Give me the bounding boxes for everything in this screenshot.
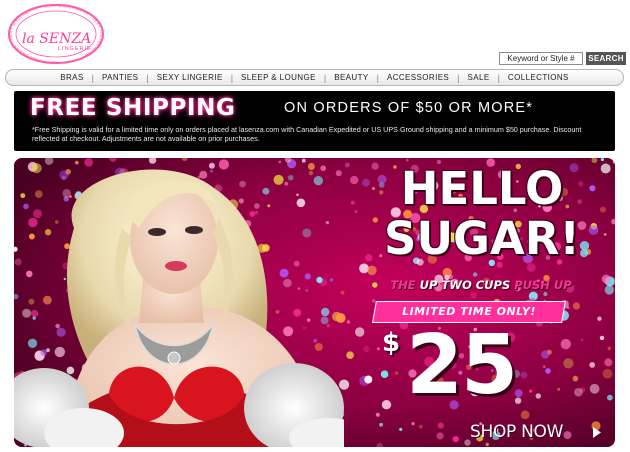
la-senza-logo[interactable]: SEXY UNDERWEAR · SEXY UNDERWEAR · SEXY U…	[6, 3, 106, 65]
sparkle-dot	[572, 375, 579, 382]
logo-tagline: LINGERIE	[58, 46, 92, 52]
sparkle-dot	[364, 375, 373, 384]
sparkle-dot	[604, 285, 614, 295]
sparkle-dot	[381, 400, 392, 410]
sparkle-dot	[560, 338, 571, 350]
sparkle-dot	[346, 320, 351, 324]
sparkle-dot	[574, 387, 583, 397]
sparkle-dot	[600, 163, 611, 174]
sparkle-dot	[436, 432, 444, 440]
price-value: 25	[406, 318, 518, 413]
sparkle-dot	[603, 233, 607, 236]
sparkle-dot	[437, 422, 444, 429]
sparkle-dot	[344, 162, 350, 168]
price-dollar-sign: $	[382, 328, 401, 358]
logo-brand: la SENZA	[22, 31, 91, 47]
sparkle-dot	[470, 292, 477, 299]
sparkle-dot	[607, 394, 613, 401]
promo-highlight: UP TWO CUPS	[419, 278, 511, 292]
sparkle-dot	[541, 350, 550, 359]
sparkle-dot	[563, 431, 572, 440]
sparkle-dot	[375, 412, 380, 417]
sparkle-dot	[529, 389, 533, 393]
free-shipping-subtitle: ON ORDERS OF $50 OR MORE*	[284, 100, 534, 116]
sparkle-dot	[380, 370, 389, 378]
free-shipping-fine-print: *Free Shipping is valid for a limited ti…	[32, 125, 582, 143]
sparkle-dot	[411, 422, 415, 426]
sparkle-dot	[602, 368, 613, 379]
headline-line-1: HELLO	[400, 162, 564, 215]
nav-accessories[interactable]: ACCESSORIES	[379, 73, 457, 82]
sparkle-dot	[363, 345, 370, 353]
sparkle-dot	[355, 327, 365, 337]
sparkle-dot	[597, 316, 602, 321]
nav-sale[interactable]: SALE	[460, 73, 498, 82]
arrow-right-icon[interactable]	[592, 427, 601, 438]
sparkle-dot	[572, 302, 581, 310]
sparkle-dot	[604, 358, 613, 367]
sparkle-dot	[472, 272, 478, 277]
sparkle-dot	[545, 368, 551, 374]
sparkle-dot	[520, 410, 530, 420]
limited-time-text: LIMITED TIME ONLY!	[402, 305, 536, 318]
promo-line: THE UP TWO CUPS PUSH UP	[366, 278, 596, 292]
sparkle-dot	[601, 274, 611, 284]
sparkle-dot	[418, 424, 423, 429]
sparkle-dot	[557, 387, 561, 391]
sparkle-dot	[607, 346, 612, 351]
sparkle-dot	[520, 371, 528, 379]
search-button[interactable]: SEARCH	[586, 52, 626, 65]
free-shipping-title: FREE SHIPPING	[30, 95, 236, 121]
sparkle-dot	[399, 427, 403, 431]
sparkle-dot	[589, 383, 600, 394]
sparkle-dot	[379, 422, 383, 427]
nav-beauty[interactable]: BEAUTY	[326, 73, 376, 82]
hero-banner[interactable]: HELLO SUGAR! THE UP TWO CUPS PUSH UP LIM…	[14, 158, 615, 447]
headline-line-2: SUGAR!	[384, 212, 580, 265]
sparkle-dot	[600, 158, 604, 162]
nav-collections[interactable]: COLLECTIONS	[500, 73, 577, 82]
model-photo	[14, 169, 344, 447]
sparkle-dot	[567, 306, 570, 309]
sparkle-dot	[542, 365, 546, 368]
sparkle-dot	[350, 200, 355, 205]
sparkle-dot	[599, 335, 605, 341]
sparkle-dot	[346, 351, 354, 359]
nav-sleep-lounge[interactable]: SLEEP & LOUNGE	[233, 73, 324, 82]
sparkle-dot	[543, 291, 548, 297]
sparkle-dot	[367, 265, 377, 276]
promo-text-2: PUSH UP	[510, 278, 572, 292]
sparkle-dot	[589, 362, 596, 368]
sparkle-dot	[394, 371, 399, 375]
promo-text-1: THE	[390, 278, 420, 292]
hero-headline: HELLO SUGAR!	[362, 164, 602, 264]
search-input[interactable]	[499, 52, 583, 65]
shop-now-link[interactable]: SHOP NOW	[470, 422, 563, 442]
main-nav: BRAS | PANTIES | SEXY LINGERIE | SLEEP &…	[5, 69, 624, 86]
sparkle-dot	[452, 436, 459, 443]
sparkle-dot	[580, 338, 584, 342]
sparkle-dot	[485, 442, 489, 447]
nav-sexy-lingerie[interactable]: SEXY LINGERIE	[149, 73, 231, 82]
sparkle-dot	[376, 347, 380, 351]
sparkle-dot	[535, 393, 541, 399]
sparkle-dot	[350, 175, 359, 185]
free-shipping-banner[interactable]: FREE SHIPPING ON ORDERS OF $50 OR MORE* …	[14, 91, 615, 151]
sparkle-dot	[563, 358, 574, 369]
sparkle-dot	[354, 210, 358, 213]
nav-panties[interactable]: PANTIES	[94, 73, 146, 82]
nav-bras[interactable]: BRAS	[52, 73, 91, 82]
